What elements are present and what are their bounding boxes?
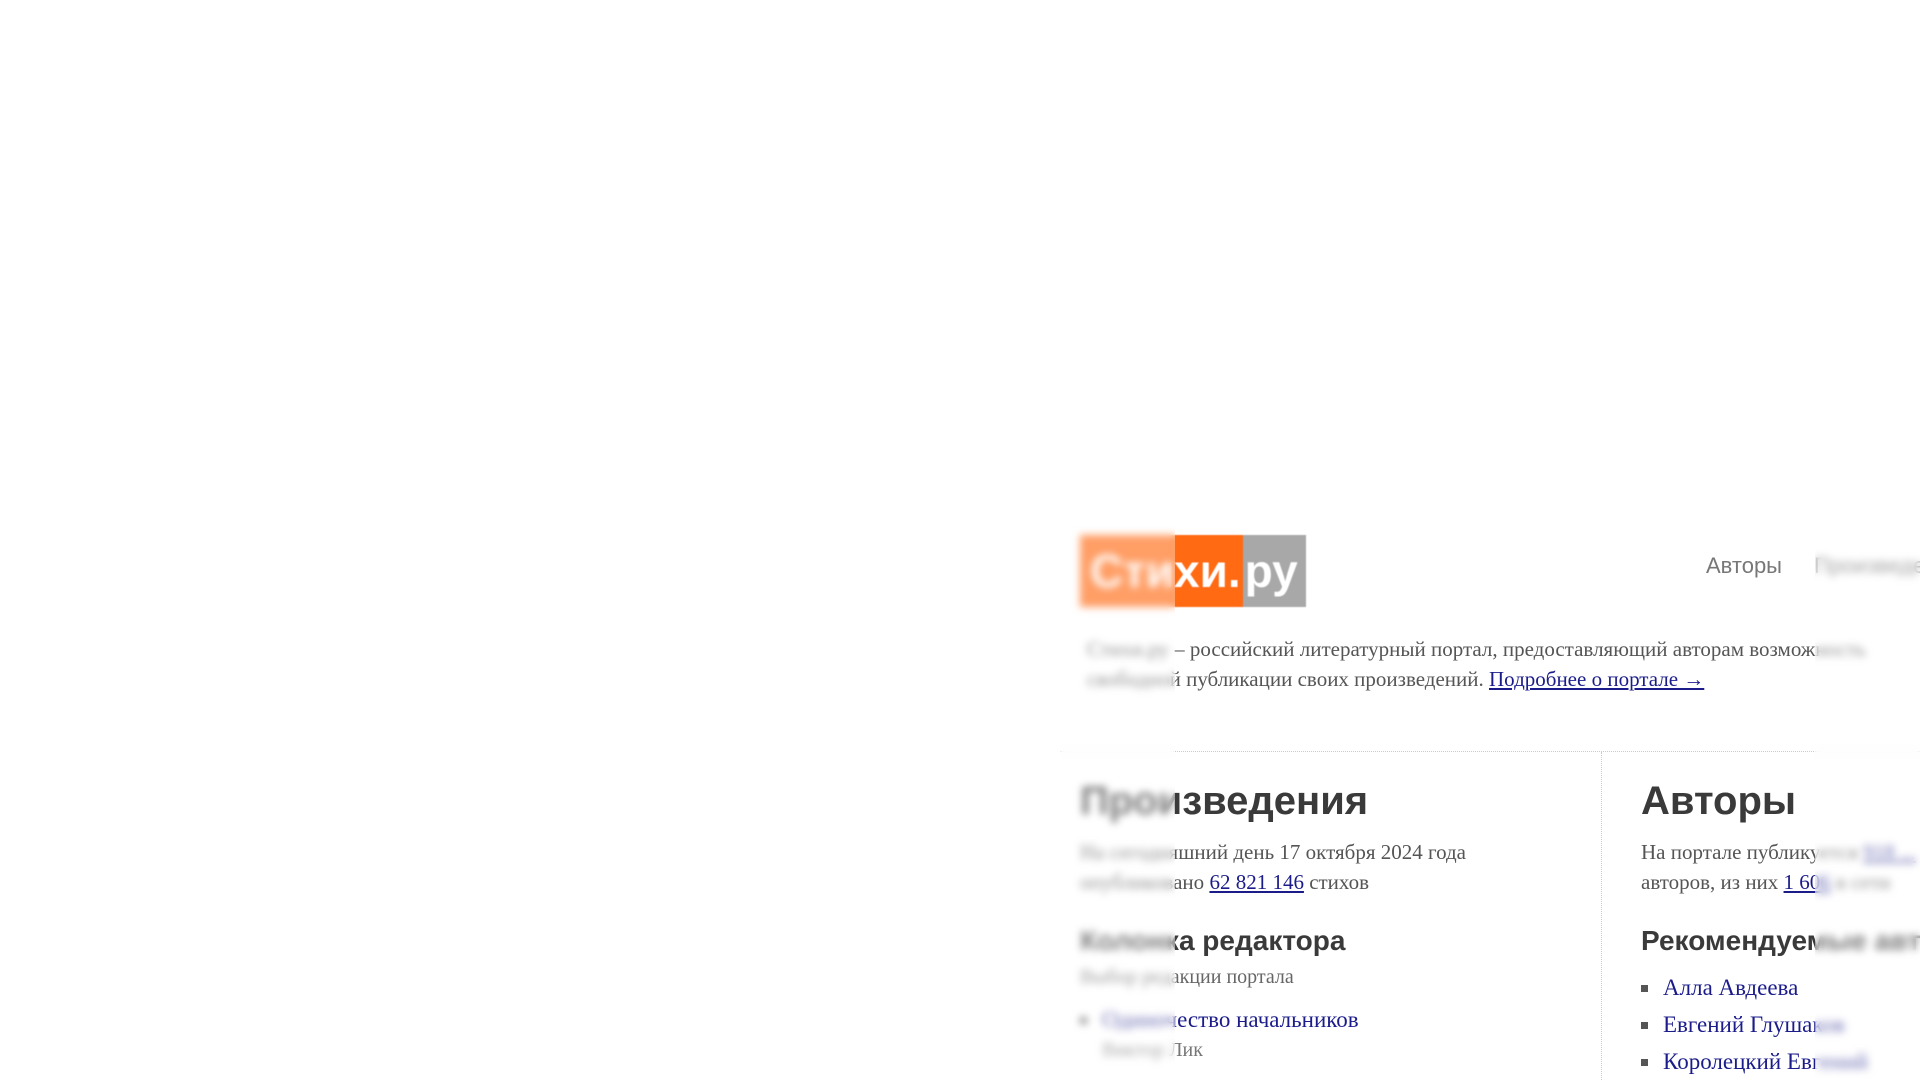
intro-text: – российский литературный портал, предос… — [1087, 637, 1866, 691]
authors-section: Авторы На портале публикуется 918 ... ав… — [1641, 775, 1920, 1080]
authors-stat: На портале публикуется 918 ... авторов, … — [1641, 837, 1920, 897]
works-section: Произведения На сегодняшний день 17 октя… — [1080, 775, 1580, 1065]
authors-online-link[interactable]: 1 606 — [1784, 870, 1831, 894]
authors-stat-prefix: На портале публикуется — [1641, 840, 1864, 864]
work-title-link[interactable]: Одиночество начальников — [1102, 1007, 1359, 1032]
list-item: Одиночество начальников Виктор Лик — [1080, 1005, 1580, 1065]
bullet-icon — [1641, 985, 1648, 992]
works-stat-suffix: стихов — [1303, 870, 1370, 894]
portal-intro: Стихи.ру – российский литературный порта… — [1087, 634, 1920, 694]
bullet-icon — [1641, 1022, 1648, 1029]
page: Стихи. ру Авторы Произведения Стихи.ру –… — [0, 0, 1920, 1080]
top-nav: Авторы Произведения — [1706, 553, 1920, 579]
logo-part-stihi: Стихи. — [1080, 535, 1243, 607]
author-link[interactable]: Королецкий Евгений — [1663, 1049, 1868, 1074]
authors-stat-suffix: в сети — [1830, 870, 1891, 894]
section-divider — [1060, 751, 1920, 752]
nav-works[interactable]: Произведения — [1814, 553, 1920, 578]
list-item: Евгений Глушаков — [1641, 1010, 1920, 1040]
editor-column-subtitle: Выбор редакции портала — [1080, 966, 1294, 988]
logo-part-ru: ру — [1242, 535, 1306, 607]
author-link[interactable]: Алла Авдеева — [1663, 975, 1798, 1000]
works-title: Произведения — [1080, 779, 1369, 823]
about-portal-link[interactable]: Подробнее о портале → — [1489, 667, 1704, 691]
nav-authors[interactable]: Авторы — [1706, 553, 1782, 578]
authors-count-link[interactable]: 918 ... — [1863, 840, 1916, 864]
editor-column-title: Колонка редактора — [1080, 925, 1346, 956]
author-link[interactable]: Евгений Глушаков — [1663, 1012, 1845, 1037]
work-author: Виктор Лик — [1102, 1039, 1203, 1061]
list-item: Алла Авдеева — [1641, 973, 1920, 1003]
site-logo[interactable]: Стихи. ру — [1080, 535, 1306, 607]
editor-picks-list: Одиночество начальников Виктор Лик — [1080, 1005, 1580, 1065]
authors-title: Авторы — [1641, 779, 1797, 823]
intro-site-name: Стихи.ру — [1087, 637, 1169, 661]
recommended-authors-title: Рекомендуемые авторы — [1641, 925, 1920, 956]
bullet-icon — [1080, 1017, 1087, 1024]
bullet-icon — [1641, 1059, 1648, 1066]
list-item: Королецкий Евгений — [1641, 1047, 1920, 1077]
works-count-link[interactable]: 62 821 146 — [1209, 870, 1304, 894]
column-divider — [1601, 752, 1602, 1080]
works-stat: На сегодняшний день 17 октября 2024 года… — [1080, 837, 1580, 897]
recommended-authors-list: Алла Авдеева Евгений Глушаков Королецкий… — [1641, 973, 1920, 1077]
authors-stat-middle: авторов, из них — [1641, 870, 1784, 894]
